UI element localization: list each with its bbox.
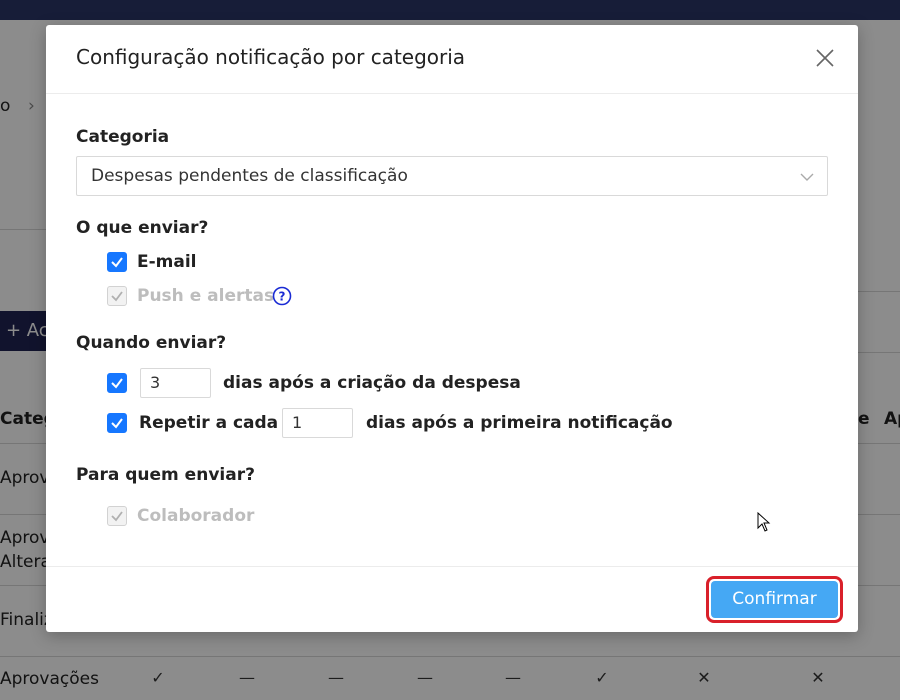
modal-title: Configuração notificação por categoria — [76, 45, 466, 69]
category-select[interactable]: Despesas pendentes de classificação — [76, 156, 828, 196]
mouse-cursor-icon — [757, 512, 771, 532]
close-icon — [816, 49, 834, 67]
check-icon — [111, 257, 123, 268]
what-to-send-label: O que enviar? — [76, 218, 209, 238]
push-checkbox[interactable] — [107, 286, 127, 306]
who-to-send-label: Para quem enviar? — [76, 465, 255, 485]
notification-config-modal: Configuração notificação por categoria C… — [46, 25, 858, 632]
after-creation-checkbox[interactable] — [107, 373, 127, 393]
push-label: Push e alertas — [137, 286, 275, 306]
check-icon — [111, 511, 123, 522]
collaborator-checkbox[interactable] — [107, 506, 127, 526]
category-label: Categoria — [76, 127, 170, 147]
when-to-send-label: Quando enviar? — [76, 333, 227, 353]
check-icon — [111, 378, 123, 389]
email-checkbox[interactable] — [107, 252, 127, 272]
collaborator-label: Colaborador — [137, 506, 255, 526]
repeat-days-label: dias após a primeira notificação — [366, 413, 673, 433]
days-after-creation-label: dias após a criação da despesa — [223, 373, 521, 393]
email-label: E-mail — [137, 252, 197, 272]
repeat-checkbox[interactable] — [107, 413, 127, 433]
repeat-days-input[interactable]: 1 — [282, 408, 353, 438]
check-icon — [111, 418, 123, 429]
modal-header: Configuração notificação por categoria — [46, 25, 858, 94]
check-icon — [111, 291, 123, 302]
help-icon[interactable]: ? — [272, 286, 292, 306]
confirm-button[interactable]: Confirmar — [711, 581, 838, 618]
days-after-creation-input[interactable]: 3 — [140, 368, 211, 398]
repeat-prefix-label: Repetir a cada — [139, 413, 279, 433]
chevron-down-icon — [800, 173, 814, 181]
svg-text:?: ? — [279, 290, 286, 304]
close-button[interactable] — [814, 47, 836, 69]
category-select-value: Despesas pendentes de classificação — [91, 166, 408, 186]
